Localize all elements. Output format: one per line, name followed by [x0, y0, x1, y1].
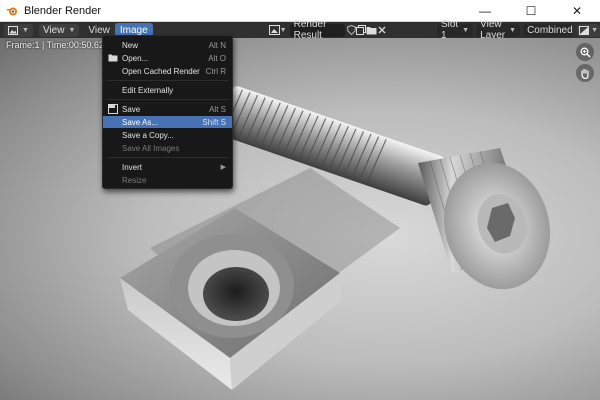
chevron-down-icon: ▼	[68, 26, 76, 34]
chevron-down-icon: ▼	[462, 26, 470, 34]
menu-item-save-all-images: Save All Images	[103, 142, 232, 154]
hand-icon	[581, 68, 589, 79]
menu-item-open[interactable]: Open... Alt O	[103, 52, 232, 64]
menu-item-invert[interactable]: Invert ▶	[103, 161, 232, 173]
image-browse-button[interactable]	[268, 24, 280, 37]
menu-item-save-as[interactable]: Save As... Shift S	[103, 116, 232, 128]
window-title: Blender Render	[24, 4, 102, 17]
menu-item-resize: Resize	[103, 174, 232, 186]
render-slot-dropdown[interactable]: Slot 1 ▼	[436, 19, 474, 41]
menu-divider	[107, 99, 228, 100]
menu-item-edit-externally[interactable]: Edit Externally	[103, 84, 232, 96]
image-editor-icon	[8, 25, 18, 35]
view-layer-dropdown[interactable]: View Layer ▼	[476, 19, 521, 41]
render-pass-label: Combined	[527, 24, 573, 36]
folder-icon	[366, 26, 377, 34]
view-mode-dropdown[interactable]: View ▼	[38, 23, 80, 37]
menu-item-shortcut: Ctrl R	[205, 66, 226, 76]
menu-item-label: Open...	[122, 53, 149, 63]
menu-item-open-cached-render[interactable]: Open Cached Render Ctrl R	[103, 65, 232, 77]
unlink-image-button[interactable]	[377, 24, 387, 37]
chevron-down-icon: ▼	[591, 26, 598, 34]
save-icon	[108, 104, 118, 114]
menu-divider	[107, 80, 228, 81]
submenu-arrow-icon: ▶	[220, 164, 226, 171]
display-channels-icon	[579, 25, 590, 35]
maximize-button[interactable]: ☐	[508, 0, 554, 22]
menu-divider	[107, 157, 228, 158]
duplicate-icon	[356, 25, 367, 35]
menu-item-label: Save	[122, 104, 141, 114]
open-image-button[interactable]	[366, 24, 377, 37]
close-icon	[378, 26, 386, 34]
menu-item-label: Save As...	[122, 117, 159, 127]
menu-item-label: Save a Copy...	[122, 130, 174, 140]
menu-item-label: Resize	[122, 175, 147, 185]
menu-item-new[interactable]: New Alt N	[103, 39, 232, 51]
blender-logo-icon	[6, 5, 18, 17]
menu-item-shortcut: Alt O	[208, 53, 226, 63]
image-editor-header: ▼ View ▼ View Image ▼ Render Result Slot…	[0, 19, 600, 41]
image-browse-icon	[268, 25, 280, 35]
shield-icon	[346, 25, 356, 35]
image-name-field[interactable]: Render Result	[289, 19, 345, 41]
menu-item-label: Invert	[122, 162, 143, 172]
image-viewport[interactable]: Frame:1 | Time:00:50.62 | M	[0, 38, 600, 400]
image-menu-dropdown: New Alt N Open... Alt O Open Cached Rend…	[102, 35, 233, 189]
editor-type-button[interactable]: ▼	[4, 23, 33, 37]
chevron-down-icon: ▼	[509, 26, 517, 34]
chevron-down-icon: ▼	[22, 26, 29, 34]
menu-item-label: Open Cached Render	[122, 66, 200, 76]
new-image-button[interactable]	[356, 24, 367, 37]
zoom-gizmo[interactable]	[576, 43, 594, 61]
view-mode-label: View	[42, 24, 65, 36]
zoom-icon	[580, 47, 591, 58]
menu-item-save[interactable]: Save Alt S	[103, 103, 232, 115]
menu-item-shortcut: Shift S	[202, 117, 226, 127]
menu-item-label: Edit Externally	[122, 85, 174, 95]
menu-item-shortcut: Alt S	[209, 104, 226, 114]
render-pass-dropdown[interactable]: Combined ▼	[523, 23, 584, 37]
fake-user-button[interactable]	[346, 24, 357, 37]
display-channels-button[interactable]: ▼	[577, 23, 600, 37]
menu-item-shortcut: Alt N	[208, 40, 226, 50]
menu-item-label: Save All Images	[122, 143, 180, 153]
menu-item-label: New	[122, 40, 139, 50]
chevron-down-icon: ▼	[279, 26, 287, 34]
menu-item-save-a-copy[interactable]: Save a Copy...	[103, 129, 232, 141]
render-result-image	[120, 86, 551, 390]
pan-gizmo[interactable]	[576, 64, 594, 82]
close-button[interactable]: ✕	[554, 0, 600, 22]
folder-icon	[108, 53, 118, 63]
